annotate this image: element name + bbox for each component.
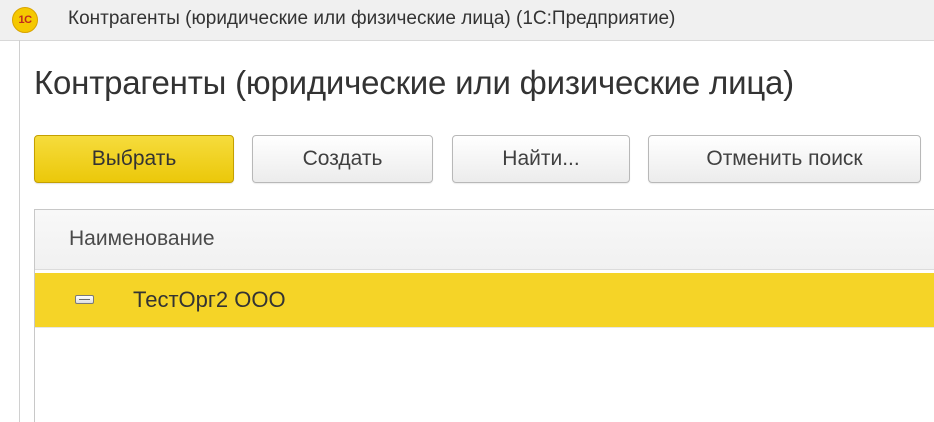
window-title: Контрагенты (юридические или физические … bbox=[68, 8, 676, 29]
select-button[interactable]: Выбрать bbox=[34, 135, 234, 183]
find-button[interactable]: Найти... bbox=[452, 135, 630, 183]
logo-text: 1С bbox=[18, 14, 32, 26]
page-title: Контрагенты (юридические или физические … bbox=[34, 64, 794, 101]
1c-logo-icon[interactable]: 1С bbox=[12, 7, 38, 33]
element-icon bbox=[75, 295, 94, 304]
app-window: 1С Контрагенты (юридические или физическ… bbox=[0, 0, 934, 422]
table-row[interactable]: ТестОрг2 ООО bbox=[35, 273, 934, 327]
column-header-name[interactable]: Наименование bbox=[69, 227, 215, 251]
counterparties-table: Наименование ТестОрг2 ООО bbox=[34, 209, 934, 422]
create-button[interactable]: Создать bbox=[252, 135, 433, 183]
row-name: ТестОрг2 ООО bbox=[133, 287, 286, 312]
title-bar: 1С Контрагенты (юридические или физическ… bbox=[0, 0, 934, 41]
cancel-search-button[interactable]: Отменить поиск bbox=[648, 135, 921, 183]
row-divider bbox=[35, 327, 934, 328]
table-header: Наименование bbox=[35, 210, 934, 270]
form-border bbox=[19, 40, 20, 422]
